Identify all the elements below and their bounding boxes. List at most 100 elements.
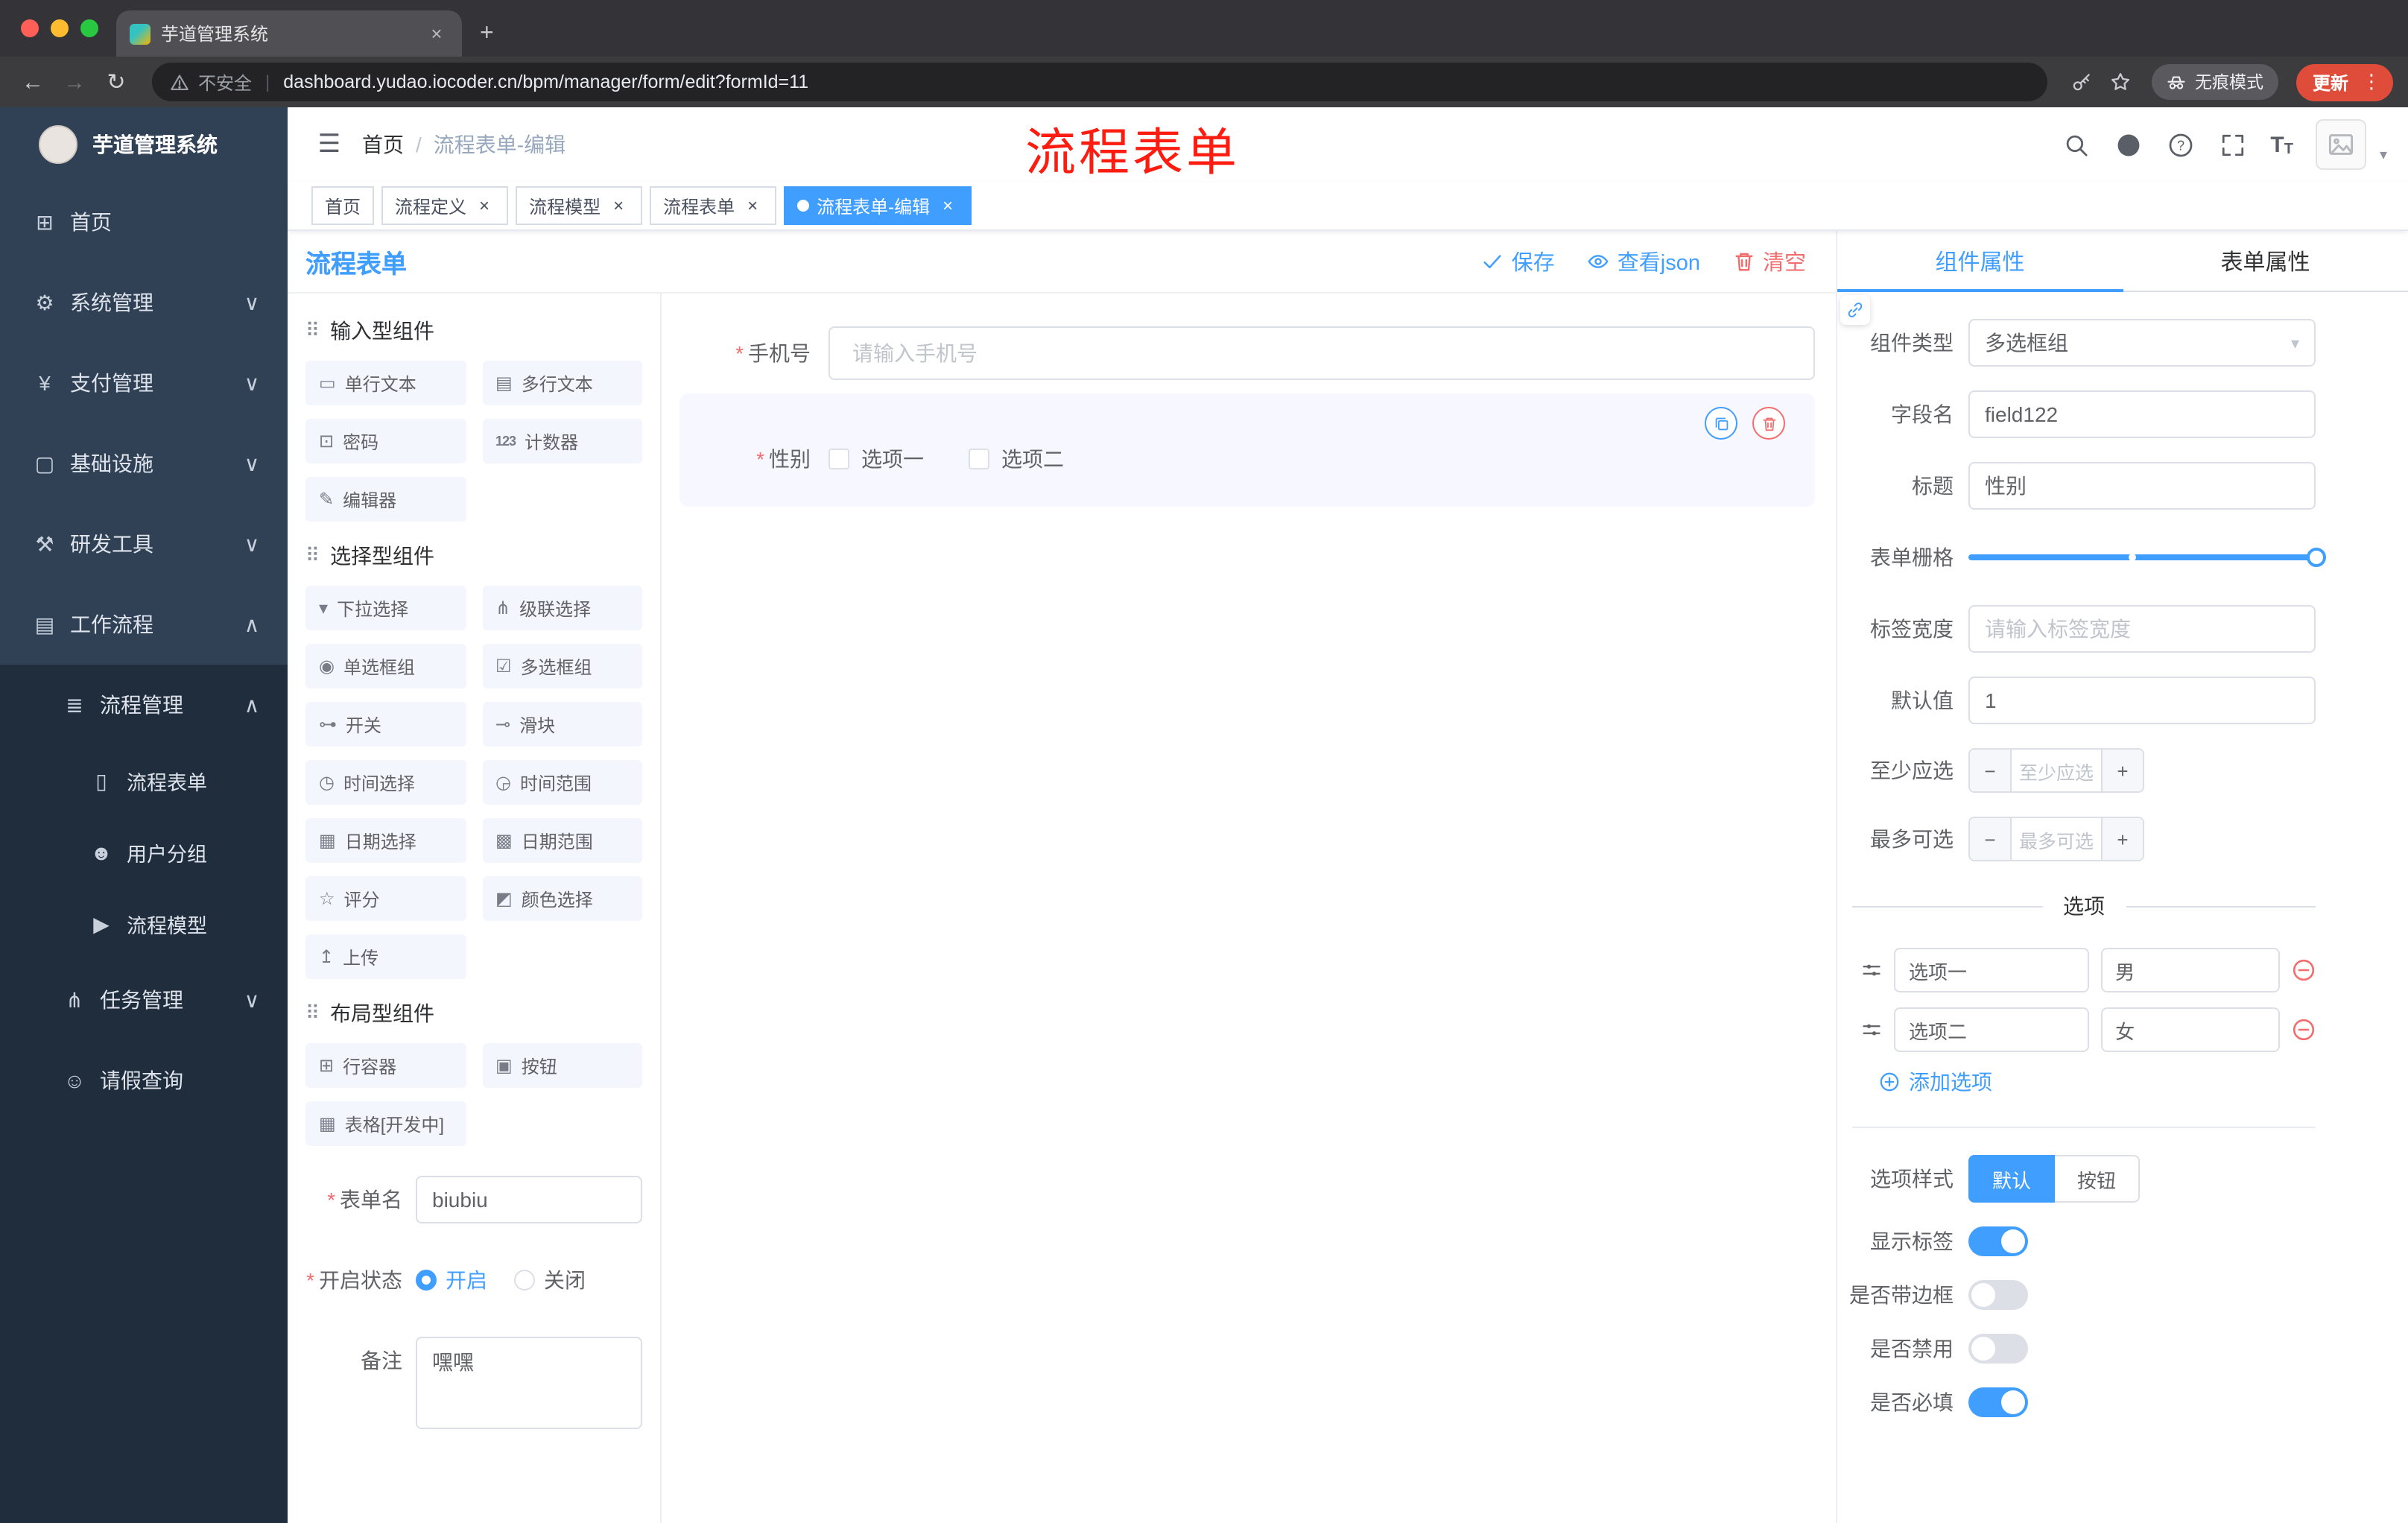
sidebar-item-workflow[interactable]: ▤ 工作流程 ∧ xyxy=(0,584,288,665)
sidebar-item-process-model[interactable]: ▶ 流程模型 xyxy=(0,888,288,960)
sidebar-item-user-group[interactable]: ☻ 用户分组 xyxy=(0,817,288,888)
delete-component-button[interactable] xyxy=(1752,407,1785,440)
sidebar-item-leave-query[interactable]: ☺ 请假查询 xyxy=(0,1040,288,1121)
tag-process-model[interactable]: 流程模型 × xyxy=(516,186,643,225)
option-1-value-input[interactable]: 男 xyxy=(2100,948,2280,992)
palette-item-slider[interactable]: ⊸ 滑块 xyxy=(482,702,642,747)
component-type-select[interactable]: 多选框组 ▾ xyxy=(1968,319,2316,367)
avatar[interactable] xyxy=(2315,119,2366,170)
breadcrumb-home[interactable]: 首页 xyxy=(362,130,404,159)
close-tab-icon[interactable]: × xyxy=(425,22,449,45)
form-name-input[interactable] xyxy=(416,1176,642,1223)
font-size-icon[interactable]: TT xyxy=(2270,132,2293,157)
border-switch[interactable] xyxy=(1968,1280,2028,1310)
palette-item-radio-group[interactable]: ◉ 单选框组 xyxy=(305,644,466,688)
palette-item-button[interactable]: ▣ 按钮 xyxy=(482,1043,642,1088)
show-label-switch[interactable] xyxy=(1968,1226,2028,1256)
grid-slider[interactable] xyxy=(1968,533,2326,581)
sidebar-item-infra[interactable]: ▢ 基础设施 ∨ xyxy=(0,423,288,504)
palette-item-color-picker[interactable]: ◩ 颜色选择 xyxy=(482,876,642,921)
tab-form-props[interactable]: 表单属性 xyxy=(2123,231,2408,291)
palette-item-single-line-text[interactable]: ▭ 单行文本 xyxy=(305,361,466,405)
bookmark-star-icon[interactable] xyxy=(2104,66,2137,98)
app-logo[interactable]: 芋道管理系统 xyxy=(0,107,288,182)
gender-option-2-checkbox[interactable]: 选项二 xyxy=(969,444,1064,474)
clear-button[interactable]: 清空 xyxy=(1733,246,1806,277)
reload-icon[interactable]: ↻ xyxy=(98,64,134,100)
status-off-radio[interactable]: 关闭 xyxy=(514,1265,586,1295)
gender-field-selected-item[interactable]: 性别 选项一 选项二 xyxy=(679,393,1815,507)
tag-process-form[interactable]: 流程表单 × xyxy=(650,186,777,225)
copy-component-button[interactable] xyxy=(1705,407,1737,440)
palette-item-password[interactable]: ⊡ 密码 xyxy=(305,419,466,463)
palette-item-checkbox-group[interactable]: ☑ 多选框组 xyxy=(482,644,642,688)
form-remark-textarea[interactable]: 嘿嘿 xyxy=(416,1337,642,1429)
palette-item-row-container[interactable]: ⊞ 行容器 xyxy=(305,1043,466,1088)
palette-item-upload[interactable]: ↥ 上传 xyxy=(305,934,466,979)
minimize-window-button[interactable] xyxy=(51,19,69,37)
phone-input[interactable]: 请输入手机号 xyxy=(828,326,1815,380)
add-option-button[interactable]: 添加选项 xyxy=(1879,1067,2316,1097)
sidebar-item-devtools[interactable]: ⚒ 研发工具 ∨ xyxy=(0,504,288,584)
password-key-icon[interactable] xyxy=(2065,66,2098,98)
label-width-input[interactable] xyxy=(1968,605,2316,653)
remove-option-icon[interactable] xyxy=(2292,958,2316,982)
palette-item-date-picker[interactable]: ▦ 日期选择 xyxy=(305,818,466,863)
search-icon[interactable] xyxy=(2062,130,2091,159)
sidebar-item-process-management[interactable]: ≣ 流程管理 ∧ xyxy=(0,665,288,745)
browser-menu-icon[interactable]: ⋮ xyxy=(2357,70,2386,94)
caret-down-icon[interactable]: ▾ xyxy=(2380,148,2387,170)
zoom-window-button[interactable] xyxy=(80,19,98,37)
help-icon[interactable]: ? xyxy=(2166,130,2196,159)
hamburger-icon[interactable]: ☰ xyxy=(308,124,350,165)
close-icon[interactable]: × xyxy=(608,195,629,216)
github-icon[interactable] xyxy=(2114,130,2144,159)
palette-item-table[interactable]: ▦ 表格[开发中] xyxy=(305,1101,466,1146)
drag-handle-icon[interactable] xyxy=(1861,960,1882,981)
slider-handle[interactable] xyxy=(2307,548,2326,567)
close-icon[interactable]: × xyxy=(474,195,495,216)
increase-button[interactable]: + xyxy=(2101,818,2143,860)
default-value-input[interactable] xyxy=(1968,677,2316,724)
data-bind-link-icon[interactable] xyxy=(1840,295,1870,325)
new-tab-button[interactable]: + xyxy=(480,21,494,48)
disabled-switch[interactable] xyxy=(1968,1334,2028,1364)
increase-button[interactable]: + xyxy=(2101,750,2143,791)
form-canvas[interactable]: 手机号 请输入手机号 xyxy=(660,294,1836,1523)
tab-component-props[interactable]: 组件属性 xyxy=(1837,231,2123,292)
sidebar-item-task-management[interactable]: ⋔ 任务管理 ∨ xyxy=(0,960,288,1040)
palette-item-select[interactable]: ▾ 下拉选择 xyxy=(305,586,466,630)
drag-handle-icon[interactable] xyxy=(1861,1019,1882,1040)
palette-item-switch[interactable]: ⊶ 开关 xyxy=(305,702,466,747)
palette-item-counter[interactable]: 123 计数器 xyxy=(482,419,642,463)
decrease-button[interactable]: − xyxy=(1970,750,2012,791)
tag-home[interactable]: 首页 xyxy=(311,186,375,225)
fullscreen-icon[interactable] xyxy=(2218,130,2248,159)
required-switch[interactable] xyxy=(1968,1387,2028,1417)
browser-update-button[interactable]: 更新 ⋮ xyxy=(2295,63,2393,101)
decrease-button[interactable]: − xyxy=(1970,818,2012,860)
palette-item-time-range[interactable]: ◶ 时间范围 xyxy=(482,760,642,805)
option-2-value-input[interactable]: 女 xyxy=(2100,1007,2280,1052)
title-input[interactable] xyxy=(1968,462,2316,510)
palette-item-multi-line-text[interactable]: ▤ 多行文本 xyxy=(482,361,642,405)
browser-tab[interactable]: 芋道管理系统 × xyxy=(116,10,462,57)
close-icon[interactable]: × xyxy=(742,195,763,216)
palette-item-cascader[interactable]: ⋔ 级联选择 xyxy=(482,586,642,630)
forward-icon[interactable]: → xyxy=(57,64,92,100)
sidebar-item-home[interactable]: ⊞ 首页 xyxy=(0,182,288,262)
option-1-name-input[interactable]: 选项一 xyxy=(1894,948,2089,992)
view-json-button[interactable]: 查看json xyxy=(1588,246,1700,277)
security-label[interactable]: 不安全 xyxy=(198,69,252,95)
palette-item-date-range[interactable]: ▩ 日期范围 xyxy=(482,818,642,863)
address-bar[interactable]: 不安全 | dashboard.yudao.iocoder.cn/bpm/man… xyxy=(152,63,2047,101)
phone-field-row[interactable]: 手机号 请输入手机号 xyxy=(679,326,1815,380)
url-text[interactable]: dashboard.yudao.iocoder.cn/bpm/manager/f… xyxy=(283,72,808,92)
sidebar-item-process-form[interactable]: ▯ 流程表单 xyxy=(0,745,288,817)
save-button[interactable]: 保存 xyxy=(1482,246,1555,277)
palette-item-time-picker[interactable]: ◷ 时间选择 xyxy=(305,760,466,805)
palette-item-rate[interactable]: ☆ 评分 xyxy=(305,876,466,921)
style-button-button[interactable]: 按钮 xyxy=(2055,1155,2141,1203)
sidebar-item-payment[interactable]: ¥ 支付管理 ∨ xyxy=(0,343,288,423)
field-name-input[interactable] xyxy=(1968,390,2316,438)
